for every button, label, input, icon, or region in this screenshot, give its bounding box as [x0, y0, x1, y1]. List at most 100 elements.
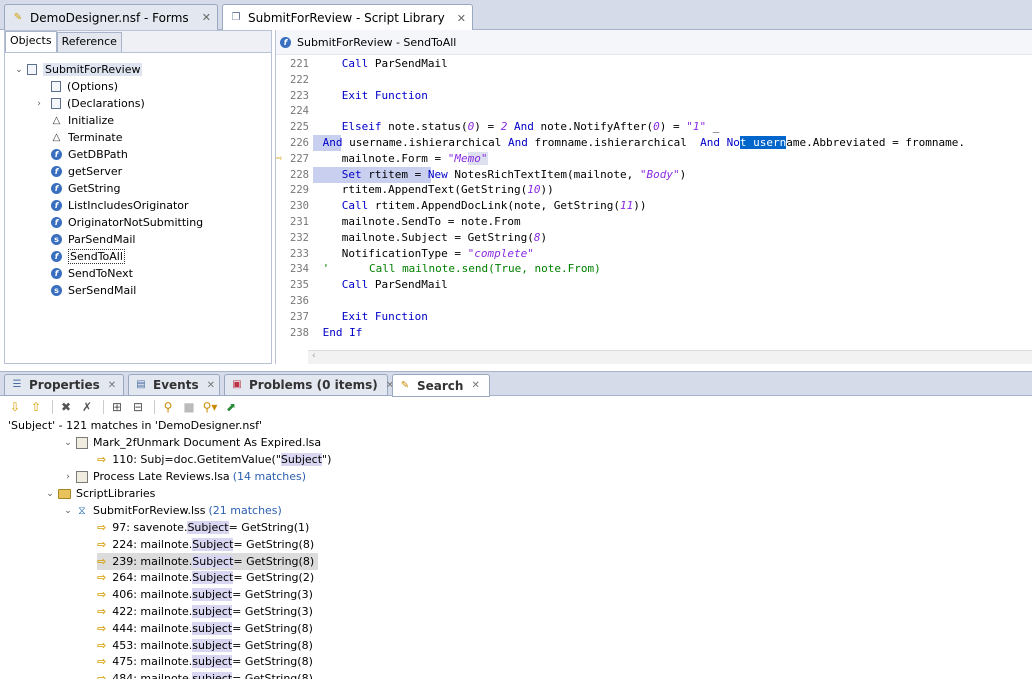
close-icon[interactable]: ✕	[471, 380, 479, 391]
collapse-all-icon[interactable]: ⊟	[129, 399, 147, 415]
line-number: 221	[290, 58, 309, 70]
tree-root[interactable]: ⌄ SubmitForReview	[13, 61, 143, 78]
code-line[interactable]: 230 Call rtitem.AppendDocLink(note, GetSt…	[276, 198, 1032, 214]
tree-item-getserver[interactable]: f getServer	[51, 163, 122, 180]
match-prefix: 406: mailnote.	[112, 588, 193, 602]
close-icon[interactable]: ✕	[207, 380, 215, 391]
tree-item-sendtoall[interactable]: f SendToAll	[51, 248, 125, 265]
result-match-row[interactable]: ⇨ 97: savenote. Subject = GetString(1)	[97, 519, 313, 536]
tree-item-sendtonext[interactable]: f SendToNext	[51, 265, 133, 282]
remove-match-icon[interactable]: ✖	[57, 399, 75, 415]
tab-events[interactable]: ▤ Events ✕	[128, 374, 220, 396]
code-line[interactable]: 223 Exit Function	[276, 88, 1032, 104]
result-folder-row[interactable]: ⌄ ScriptLibraries	[44, 485, 155, 502]
search-again-icon[interactable]: ⚲	[159, 399, 177, 415]
execution-arrow-icon: ⇨	[276, 152, 283, 164]
chevron-right-icon[interactable]: ›	[33, 99, 45, 109]
search-history-icon[interactable]: ⚲▾	[201, 399, 219, 415]
code-line[interactable]: 236	[276, 293, 1032, 309]
line-number: 222	[290, 73, 309, 86]
tree-item-listincludesoriginator[interactable]: f ListIncludesOriginator	[51, 197, 189, 214]
result-match-row[interactable]: ⇨ 264: mailnote. Subject = GetString(2)	[97, 569, 318, 586]
tree-item-parsendmail[interactable]: s ParSendMail	[51, 231, 135, 248]
tab-reference[interactable]: Reference	[56, 32, 122, 52]
result-match-row[interactable]: ⇨ 453: mailnote. subject = GetString(8)	[97, 637, 317, 654]
code-text: End If	[322, 325, 363, 339]
match-arrow-icon: ⇨	[97, 571, 107, 585]
code-line[interactable]: 222	[276, 72, 1032, 88]
code-line[interactable]: 232 mailnote.Subject = GetString(8)	[276, 230, 1032, 246]
code-editor[interactable]: f SubmitForReview - SendToAll 221 Call Pa…	[275, 30, 1032, 364]
close-icon[interactable]: ✕	[449, 12, 466, 25]
bottom-tab-bar: ☰ Properties ✕ ▤ Events ✕ ▣ Problems (0 …	[0, 371, 1032, 397]
code-line[interactable]: 228 Set rtitem = New NotesRichTextItem(ma…	[276, 166, 1032, 183]
lss-file-icon: ⧖	[78, 503, 86, 517]
tree-item-sersendmail[interactable]: s SerSendMail	[51, 282, 136, 299]
tab-problems[interactable]: ▣ Problems (0 items) ✕	[224, 374, 394, 396]
code-text: mailnote.Subject = GetString(8)	[341, 230, 548, 244]
result-file-row[interactable]: › Process Late Reviews.lsa (14 matches)	[62, 468, 306, 485]
tab-properties-label: Properties	[29, 378, 100, 392]
tab-events-label: Events	[153, 378, 199, 392]
code-line[interactable]: 227 ⇨ mailnote.Form = "Memo"	[276, 151, 1032, 167]
tree-item-options[interactable]: (Options)	[51, 78, 118, 95]
tab-script-library[interactable]: ❐ SubmitForReview - Script Library ✕	[222, 4, 473, 31]
cancel-search-icon[interactable]: ■	[180, 399, 198, 415]
close-icon[interactable]: ✕	[194, 11, 211, 24]
expand-all-icon[interactable]: ⊞	[108, 399, 126, 415]
code-line[interactable]: 238 End If	[276, 325, 1032, 341]
chevron-down-icon[interactable]: ⌄	[13, 65, 25, 75]
editor-header: f SubmitForReview - SendToAll	[276, 30, 1032, 55]
horizontal-scrollbar[interactable]: ‹	[308, 350, 1032, 364]
result-match-row[interactable]: ⇨ 224: mailnote. Subject = GetString(8)	[97, 536, 318, 553]
tree-item-initialize[interactable]: △ Initialize	[51, 112, 114, 129]
result-match-row[interactable]: ⇨ 110: Subj=doc.GetitemValue(" Subject ")	[97, 451, 331, 468]
close-icon[interactable]: ✕	[108, 380, 116, 391]
tree-item-declarations[interactable]: › (Declarations)	[33, 95, 145, 112]
tree-item-originatornotsubmitting[interactable]: f OriginatorNotSubmitting	[51, 214, 203, 231]
code-line[interactable]: 233 NotificationType = "complete"	[276, 246, 1032, 262]
remove-all-matches-icon[interactable]: ✗	[78, 399, 96, 415]
result-match-row[interactable]: ⇨ 444: mailnote. subject = GetString(8)	[97, 620, 317, 637]
chevron-down-icon[interactable]: ⌄	[62, 506, 74, 516]
result-file-row[interactable]: ⌄ Mark_2fUnmark Document As Expired.lsa	[62, 434, 321, 451]
code-line[interactable]: 237 Exit Function	[276, 309, 1032, 325]
result-file-row[interactable]: ⌄ ⧖ SubmitForReview.lss (21 matches)	[62, 502, 282, 519]
code-text: And username.ishierarchical And fromname…	[322, 136, 966, 149]
code-line[interactable]: 235 Call ParSendMail	[276, 277, 1032, 293]
result-match-row[interactable]: ⇨ 484: mailnote. subject = GetString(8)	[97, 670, 317, 679]
tab-objects[interactable]: Objects	[5, 31, 57, 52]
match-arrow-icon: ⇨	[97, 588, 107, 602]
result-match-row[interactable]: ⇨ 475: mailnote. subject = GetString(8)	[97, 653, 317, 670]
code-line[interactable]: 229 rtitem.AppendText(GetString(10))	[276, 182, 1032, 198]
code-line[interactable]: 234 ' Call mailnote.send(True, note.From)	[276, 261, 1032, 277]
line-number: 235	[290, 279, 309, 292]
tree-item-getdbpath[interactable]: f GetDBPath	[51, 146, 128, 163]
tab-forms[interactable]: ✎ DemoDesigner.nsf - Forms ✕	[4, 4, 218, 30]
next-match-icon[interactable]: ⇩	[6, 399, 24, 415]
previous-match-icon[interactable]: ⇧	[27, 399, 45, 415]
designer-icon: ✎	[13, 11, 23, 23]
tree-root-label: SubmitForReview	[43, 63, 143, 76]
code-line[interactable]: 231 mailnote.SendTo = note.From	[276, 214, 1032, 230]
chevron-down-icon[interactable]: ⌄	[62, 438, 74, 448]
chevron-down-icon[interactable]: ⌄	[44, 489, 56, 499]
tree-item-getstring[interactable]: f GetString	[51, 180, 120, 197]
code-line[interactable]: 221 Call ParSendMail	[276, 56, 1032, 72]
tab-properties[interactable]: ☰ Properties ✕	[4, 374, 124, 396]
code-line[interactable]: 226 And username.ishierarchical And fromn…	[276, 135, 1032, 151]
result-match-row[interactable]: ⇨ 422: mailnote. subject = GetString(3)	[97, 603, 317, 620]
tree-item-label: Initialize	[68, 114, 115, 127]
chevron-right-icon[interactable]: ›	[62, 472, 74, 482]
function-icon: f	[51, 200, 62, 211]
pin-icon[interactable]: ⬈	[222, 399, 240, 415]
result-match-row[interactable]: ⇨ 406: mailnote. subject = GetString(3)	[97, 586, 317, 603]
code-line[interactable]: 225 Elseif note.status(0) = 2 And note.No…	[276, 119, 1032, 135]
code-text: ' Call mailnote.send(True, note.From)	[322, 262, 601, 276]
match-arrow-icon: ⇨	[97, 672, 107, 679]
tab-search[interactable]: ✎ Search ✕	[392, 374, 490, 397]
code-text: mailnote.Form = "Memo"	[341, 151, 488, 165]
result-match-row[interactable]: ⇨ 239: mailnote. Subject = GetString(8)	[97, 552, 319, 570]
tree-item-terminate[interactable]: △ Terminate	[51, 129, 123, 146]
code-line[interactable]: 224	[276, 103, 1032, 119]
